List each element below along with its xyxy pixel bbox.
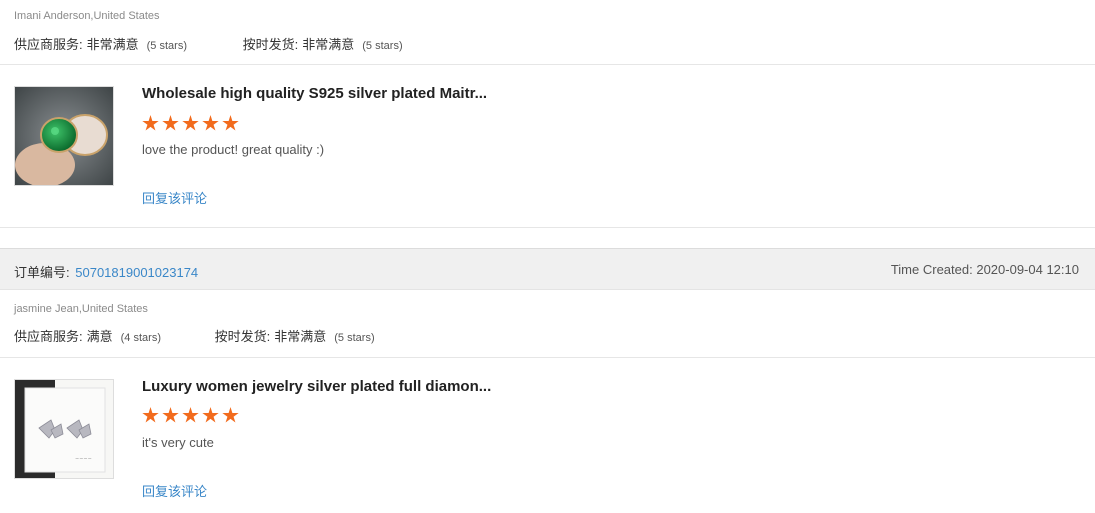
- shipping-label: 按时发货:: [214, 329, 271, 344]
- reply-review-link[interactable]: 回复该评论: [142, 481, 207, 500]
- star-icon: [202, 407, 219, 423]
- star-icon: [222, 115, 239, 131]
- rating-stars: [142, 115, 239, 132]
- service-stars: (5 stars): [146, 40, 187, 52]
- time-created: Time Created: 2020-09-04 12:10: [891, 262, 1079, 277]
- star-icon: [162, 115, 179, 131]
- service-stars: (4 stars): [120, 332, 161, 344]
- shipping-label: 按时发货:: [242, 37, 299, 52]
- service-value: 满意: [86, 329, 113, 344]
- rating-stars: [142, 407, 239, 424]
- product-image[interactable]: ~~~~: [14, 379, 114, 479]
- seller-ratings: 供应商服务: 满意 (4 stars) 按时发货: 非常满意 (5 stars): [14, 326, 375, 345]
- product-photo-ring: [15, 87, 113, 185]
- seller-ratings: 供应商服务: 非常满意 (5 stars) 按时发货: 非常满意 (5 stars): [14, 34, 403, 53]
- shipping-value: 非常满意: [274, 329, 327, 344]
- product-image[interactable]: [14, 86, 114, 186]
- service-value: 非常满意: [86, 37, 139, 52]
- star-icon: [222, 407, 239, 423]
- buyer-info: Imani Anderson,United States: [14, 10, 160, 22]
- product-photo-earrings: ~~~~: [15, 380, 113, 478]
- star-icon: [162, 407, 179, 423]
- service-label: 供应商服务:: [14, 329, 83, 344]
- star-icon: [142, 115, 159, 131]
- star-icon: [142, 407, 159, 423]
- divider: [0, 357, 1095, 358]
- review-text: it's very cute: [142, 435, 214, 450]
- divider: [0, 227, 1095, 228]
- order-number-label: 订单编号:: [14, 265, 70, 280]
- order-header: 订单编号: 50701819001023174 Time Created: 20…: [0, 248, 1095, 290]
- shipping-value: 非常满意: [302, 37, 355, 52]
- time-created-label: Time Created:: [890, 262, 973, 277]
- reply-review-link[interactable]: 回复该评论: [142, 188, 207, 207]
- svg-text:~~~~: ~~~~: [75, 456, 92, 462]
- star-icon: [202, 115, 219, 131]
- service-label: 供应商服务:: [14, 37, 83, 52]
- product-title-link[interactable]: Luxury women jewelry silver plated full …: [142, 378, 491, 395]
- order-number-link[interactable]: 50701819001023174: [75, 265, 198, 280]
- order-number-row: 订单编号: 50701819001023174: [14, 262, 198, 281]
- time-created-value: 2020-09-04 12:10: [976, 262, 1079, 277]
- star-icon: [182, 407, 199, 423]
- shipping-stars: (5 stars): [334, 332, 375, 344]
- divider: [0, 64, 1095, 65]
- star-icon: [182, 115, 199, 131]
- review-text: love the product! great quality :): [142, 142, 325, 157]
- buyer-info: jasmine Jean,United States: [14, 303, 148, 315]
- product-title-link[interactable]: Wholesale high quality S925 silver plate…: [142, 85, 487, 102]
- shipping-stars: (5 stars): [362, 40, 403, 52]
